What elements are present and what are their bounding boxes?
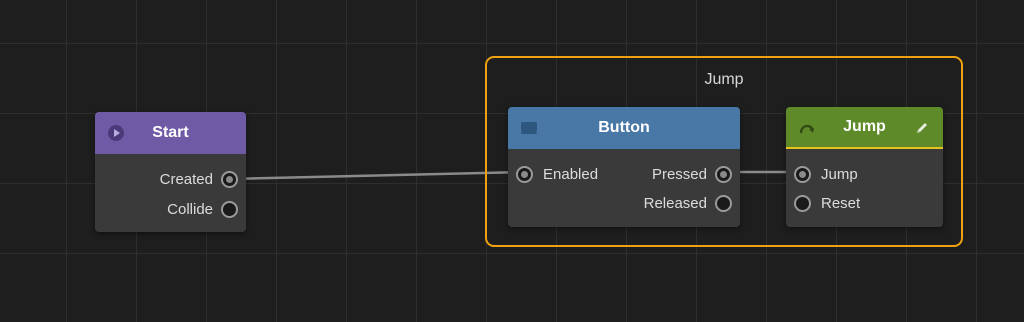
port-row-pressed: Pressed (652, 163, 732, 185)
output-port-pressed[interactable] (715, 165, 732, 183)
jump-node-header[interactable]: Jump (786, 107, 943, 149)
port-label-jump: Jump (821, 165, 858, 183)
button-icon (519, 118, 539, 138)
port-row-collide: Collide (167, 198, 238, 220)
start-node[interactable]: Start Created Collide (95, 112, 246, 232)
output-port-collide[interactable] (221, 200, 238, 218)
button-node-title: Button (598, 119, 650, 136)
start-node-header[interactable]: Start (95, 112, 246, 154)
output-port-created[interactable] (221, 170, 238, 188)
input-port-jump[interactable] (794, 165, 811, 183)
input-port-reset[interactable] (794, 194, 811, 212)
port-row-jump: Jump (794, 163, 858, 185)
port-label-enabled: Enabled (543, 165, 599, 183)
port-row-reset: Reset (794, 192, 860, 214)
port-label-reset: Reset (821, 194, 861, 212)
button-node-header[interactable]: Button (508, 107, 740, 149)
graph-canvas[interactable]: Jump Start Created Collide Button Enable… (0, 0, 1024, 322)
pencil-icon[interactable] (913, 119, 931, 137)
jump-arrow-icon (797, 118, 817, 138)
port-row-created: Created (160, 168, 238, 190)
wire-created-to-enabled[interactable] (229, 170, 526, 181)
jump-node-title: Jump (843, 118, 886, 135)
play-circle-icon (106, 123, 126, 143)
port-row-enabled: Enabled (516, 163, 598, 185)
port-row-released: Released (644, 192, 732, 214)
start-node-title: Start (152, 124, 189, 141)
jump-node[interactable]: Jump Jump Reset (786, 107, 943, 227)
button-node[interactable]: Button Enabled Pressed Released (508, 107, 740, 227)
port-label-created: Created (159, 170, 213, 188)
output-port-released[interactable] (715, 194, 732, 212)
port-label-released: Released (643, 194, 707, 212)
input-port-enabled[interactable] (516, 165, 533, 183)
port-label-pressed: Pressed (651, 165, 707, 183)
group-title: Jump (704, 71, 744, 88)
port-label-collide: Collide (167, 200, 213, 218)
